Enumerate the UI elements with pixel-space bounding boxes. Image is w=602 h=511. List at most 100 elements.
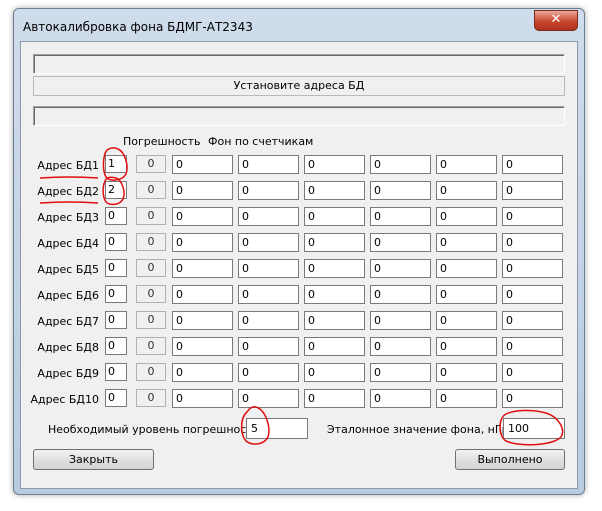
counter-input[interactable]: 0 (436, 155, 497, 174)
counter-input[interactable]: 0 (502, 311, 563, 330)
address-input[interactable]: 0 (105, 311, 127, 329)
header-background: Фон по счетчикам (208, 135, 314, 148)
row-label: Адрес БД6 (37, 289, 99, 302)
counter-input[interactable]: 0 (238, 233, 299, 252)
counter-input[interactable]: 0 (304, 363, 365, 382)
address-input[interactable]: 0 (105, 259, 127, 277)
counter-input[interactable]: 0 (238, 389, 299, 408)
counter-input[interactable]: 0 (304, 233, 365, 252)
address-input[interactable]: 0 (105, 233, 127, 251)
row-label: Адрес БД3 (37, 211, 99, 224)
row-label: Адрес БД7 (37, 315, 99, 328)
counter-input[interactable]: 0 (370, 233, 431, 252)
error-value: 0 (136, 337, 166, 355)
counter-input[interactable]: 0 (172, 155, 233, 174)
counter-input[interactable]: 0 (172, 207, 233, 226)
row-label: Адрес БД10 (30, 393, 99, 406)
progress-bar-bottom (33, 106, 565, 126)
counter-input[interactable]: 0 (436, 207, 497, 226)
counter-input[interactable]: 0 (502, 363, 563, 382)
address-input[interactable]: 0 (105, 337, 127, 355)
counter-input[interactable]: 0 (172, 337, 233, 356)
counter-input[interactable]: 0 (304, 389, 365, 408)
counter-input[interactable]: 0 (436, 363, 497, 382)
counter-input[interactable]: 0 (370, 363, 431, 382)
counter-input[interactable]: 0 (304, 181, 365, 200)
row-label: Адрес БД9 (37, 367, 99, 380)
counter-input[interactable]: 0 (172, 311, 233, 330)
counter-input[interactable]: 0 (238, 207, 299, 226)
error-value: 0 (136, 233, 166, 251)
row-label: Адрес БД1 (37, 159, 99, 172)
counter-input[interactable]: 0 (502, 285, 563, 304)
counter-input[interactable]: 0 (370, 389, 431, 408)
address-input[interactable]: 2 (105, 181, 127, 199)
row-label: Адрес БД2 (37, 185, 99, 198)
header-error: Погрешность (123, 135, 201, 148)
counter-input[interactable]: 0 (436, 285, 497, 304)
counter-input[interactable]: 0 (436, 181, 497, 200)
counter-input[interactable]: 0 (370, 285, 431, 304)
counter-input[interactable]: 0 (502, 233, 563, 252)
counter-input[interactable]: 0 (370, 337, 431, 356)
counter-input[interactable]: 0 (304, 207, 365, 226)
counter-input[interactable]: 0 (304, 259, 365, 278)
counter-input[interactable]: 0 (172, 285, 233, 304)
reference-input[interactable]: 100 (503, 418, 565, 439)
counter-input[interactable]: 0 (436, 259, 497, 278)
error-value: 0 (136, 155, 166, 173)
counter-input[interactable]: 0 (304, 285, 365, 304)
counter-input[interactable]: 0 (238, 259, 299, 278)
counter-input[interactable]: 0 (238, 363, 299, 382)
status-label: Установите адреса БД (33, 76, 565, 96)
counter-input[interactable]: 0 (238, 181, 299, 200)
error-value: 0 (136, 181, 166, 199)
counter-input[interactable]: 0 (370, 259, 431, 278)
counter-input[interactable]: 0 (502, 207, 563, 226)
counter-input[interactable]: 0 (238, 311, 299, 330)
counter-input[interactable]: 0 (370, 181, 431, 200)
counter-input[interactable]: 0 (172, 181, 233, 200)
counter-input[interactable]: 0 (502, 389, 563, 408)
counter-input[interactable]: 0 (172, 233, 233, 252)
counter-input[interactable]: 0 (436, 389, 497, 408)
row-label: Адрес БД8 (37, 341, 99, 354)
counter-input[interactable]: 0 (304, 337, 365, 356)
error-value: 0 (136, 207, 166, 225)
row-label: Адрес БД5 (37, 263, 99, 276)
progress-bar-top (33, 54, 565, 74)
counter-input[interactable]: 0 (172, 363, 233, 382)
counter-input[interactable]: 0 (436, 311, 497, 330)
counter-input[interactable]: 0 (502, 337, 563, 356)
done-button[interactable]: Выполнено (455, 449, 565, 470)
counter-input[interactable]: 0 (172, 389, 233, 408)
counter-input[interactable]: 0 (502, 259, 563, 278)
address-input[interactable]: 0 (105, 363, 127, 381)
counter-input[interactable]: 0 (304, 155, 365, 174)
counter-input[interactable]: 0 (238, 155, 299, 174)
counter-input[interactable]: 0 (370, 311, 431, 330)
counter-input[interactable]: 0 (238, 285, 299, 304)
counter-input[interactable]: 0 (238, 337, 299, 356)
counter-input[interactable]: 0 (502, 181, 563, 200)
address-input[interactable]: 0 (105, 207, 127, 225)
address-input[interactable]: 0 (105, 285, 127, 303)
counter-input[interactable]: 0 (502, 155, 563, 174)
address-input[interactable]: 1 (105, 155, 127, 173)
error-value: 0 (136, 285, 166, 303)
counter-input[interactable]: 0 (304, 311, 365, 330)
error-level-input[interactable]: 5 (246, 418, 308, 439)
window-title: Автокалибровка фона БДМГ-АТ2343 (23, 20, 253, 34)
error-value: 0 (136, 259, 166, 277)
error-level-label: Необходимый уровень погрешностей (48, 423, 267, 436)
address-input[interactable]: 0 (105, 389, 127, 407)
close-window-button[interactable]: ✕ (534, 10, 578, 31)
close-button[interactable]: Закрыть (33, 449, 154, 470)
counter-input[interactable]: 0 (436, 337, 497, 356)
counter-input[interactable]: 0 (436, 233, 497, 252)
counter-input[interactable]: 0 (370, 207, 431, 226)
counter-input[interactable]: 0 (370, 155, 431, 174)
counter-input[interactable]: 0 (172, 259, 233, 278)
error-value: 0 (136, 311, 166, 329)
reference-label: Эталонное значение фона, нГр/ч (327, 423, 519, 436)
